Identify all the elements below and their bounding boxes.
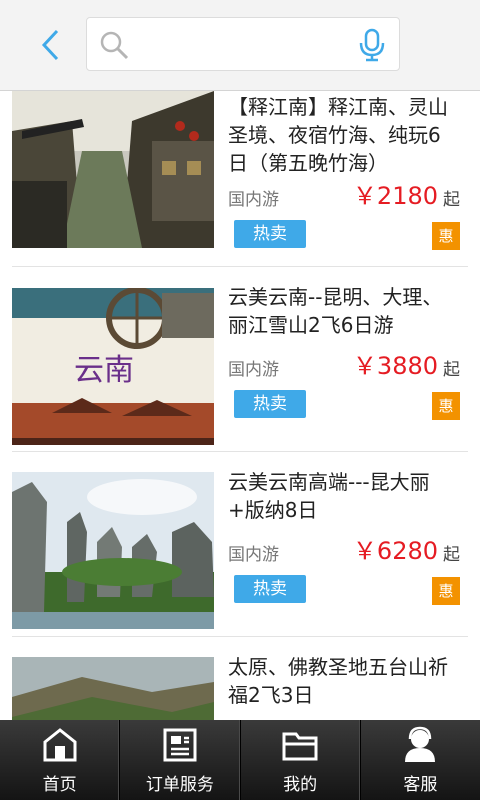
search-box[interactable] [86,17,400,71]
product-title: 【释江南】释江南、灵山圣境、夜宿竹海、纯玩6日（第五晚竹海） [228,95,448,175]
customer-service-icon [405,726,436,762]
tab-label: 首页 [42,775,77,795]
tab-customer-service[interactable]: 客服 [361,720,480,800]
tab-orders[interactable]: 订单服务 [120,720,241,800]
microphone-icon[interactable] [357,28,387,62]
price-suffix: 起 [443,190,460,210]
discount-badge: 惠 [432,392,460,420]
tab-mine[interactable]: 我的 [241,720,361,800]
folder-icon [282,732,318,761]
hot-sale-tag: 热卖 [234,220,306,248]
tab-home[interactable]: 首页 [0,720,121,800]
product-title: 云美云南--昆明、大理、丽江雪山2飞6日游 [228,285,443,337]
chevron-left-icon [41,29,59,61]
hot-sale-tag: 热卖 [234,575,306,603]
discount-badge: 惠 [432,222,460,250]
discount-badge: 惠 [432,577,460,605]
price-suffix: 起 [443,545,460,565]
product-title: 太原、佛教圣地五台山祈福2飞3日 [228,655,448,707]
search-input[interactable] [137,26,361,64]
product-title: 云美云南高端---昆大丽+版纳8日 [228,470,430,522]
product-card[interactable]: 云南 云美云南--昆明、大理、丽江雪山2飞6日游 国内游 ￥3880 起 热卖 … [12,267,468,452]
tab-label: 客服 [403,775,438,795]
tab-label: 我的 [283,775,318,795]
image-caption: 云南 [74,353,134,388]
product-image [12,472,214,629]
product-price: ￥2180 [352,182,438,210]
product-card[interactable]: 【释江南】释江南、灵山圣境、夜宿竹海、纯玩6日（第五晚竹海） 国内游 ￥2180… [12,91,468,267]
product-image [12,91,214,248]
product-card[interactable]: 太原、佛教圣地五台山祈福2飞3日 [12,637,468,720]
product-category: 国内游 [228,190,279,210]
order-icon [163,728,197,762]
search-icon [100,31,129,60]
product-image [12,657,214,720]
product-category: 国内游 [228,545,279,565]
back-button[interactable] [30,22,70,68]
price-suffix: 起 [443,360,460,380]
product-list[interactable]: 【释江南】释江南、灵山圣境、夜宿竹海、纯玩6日（第五晚竹海） 国内游 ￥2180… [0,91,480,720]
product-price: ￥6280 [352,537,438,565]
product-category: 国内游 [228,360,279,380]
product-card[interactable]: 云美云南高端---昆大丽+版纳8日 国内游 ￥6280 起 热卖 惠 [12,452,468,637]
top-bar [0,0,480,91]
tab-label: 订单服务 [145,775,214,795]
product-image: 云南 [12,288,214,445]
home-icon [43,728,77,762]
product-price: ￥3880 [352,352,438,380]
hot-sale-tag: 热卖 [234,390,306,418]
bottom-tab-bar: 首页 订单服务 我的 客服 [0,720,480,800]
